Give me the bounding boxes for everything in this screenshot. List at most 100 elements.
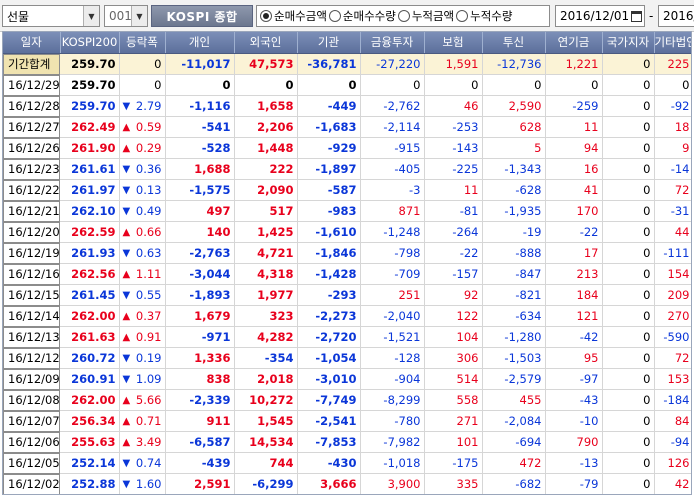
value-cell-gov: 0 — [602, 263, 655, 285]
change-value: 0.74 — [135, 456, 162, 470]
value-cell-fin: -128 — [360, 347, 425, 369]
value-cell-p: -439 — [165, 452, 235, 474]
value-cell-inv: -628 — [482, 179, 546, 201]
table-row[interactable]: 16/12/16 262.56 ▲ 1.11 -3,044 4,318 -1,428 -709… — [3, 263, 691, 285]
value-cell-gov: 0 — [602, 347, 655, 369]
market-select[interactable]: 선물 ▼ — [2, 5, 100, 27]
value-cell-inv: -2,579 — [482, 368, 546, 390]
change-cell: ▼ 0.63 — [119, 242, 166, 264]
table-row[interactable]: 16/12/08 262.00 ▲ 5.66 -2,339 10,272 -7,749 -8,… — [3, 389, 691, 411]
value-cell-i: -1,897 — [297, 158, 361, 180]
value-cell-inv: -1,503 — [482, 347, 546, 369]
value-cell-p: 1,336 — [165, 347, 235, 369]
value-cell-pen: -79 — [545, 473, 603, 494]
value-cell-ins: 1,591 — [424, 53, 483, 75]
table-row[interactable]: 16/12/26 261.90 ▲ 0.29 -528 1,448 -929 -915 -143… — [3, 137, 691, 159]
column-header[interactable]: 보험 — [424, 32, 483, 54]
radio-net-amount[interactable]: 순매수금액 — [260, 8, 327, 24]
radio-net-quantity[interactable]: 순매수수량 — [328, 8, 396, 24]
table-row[interactable]: 16/12/09 260.91 ▼ 1.09 838 2,018 -3,010 -904 514… — [3, 368, 691, 390]
value-cell-gov: 0 — [602, 137, 655, 159]
table-row[interactable]: 16/12/28 259.70 ▼ 2.79 -1,116 1,658 -449 -2,762… — [3, 95, 691, 117]
value-cell-fin: -2,114 — [360, 116, 425, 138]
table-row[interactable]: 16/12/12 260.72 ▼ 0.19 1,336 -354 -1,054 -128 30… — [3, 347, 691, 369]
value-cell-f: 222 — [234, 158, 298, 180]
date-cell: 16/12/27 — [3, 116, 60, 138]
value-cell-i: 0 — [297, 74, 361, 96]
value-cell-gov: 0 — [602, 326, 655, 348]
date-from-field[interactable]: 2016/12/01 — [555, 5, 645, 27]
value-cell-gov: 0 — [602, 74, 655, 96]
value-cell-i: -2,273 — [297, 305, 361, 327]
value-cell-pen: 790 — [545, 431, 603, 453]
column-header[interactable]: 외국인 — [234, 32, 298, 54]
table-row[interactable]: 16/12/19 261.93 ▼ 0.63 -2,763 4,721 -1,846 -798… — [3, 242, 691, 264]
value-cell-gov: 0 — [602, 284, 655, 306]
kospi200-cell: 262.10 — [60, 200, 120, 222]
table-row[interactable]: 16/12/21 262.10 ▼ 0.49 497 517 -983 871 -81 -1,93… — [3, 200, 691, 222]
value-cell-f: 4,318 — [234, 263, 298, 285]
value-cell-p: -1,893 — [165, 284, 235, 306]
value-cell-f: 744 — [234, 452, 298, 474]
kospi200-cell: 252.14 — [60, 452, 120, 474]
kospi-index-button[interactable]: KOSPI 종합 — [151, 5, 253, 27]
calendar-icon[interactable] — [628, 6, 644, 26]
table-header-row: 일자KOSPI200등락폭개인외국인기관금융투자보험투신연기금국가지자기타법인 — [3, 32, 691, 54]
toolbar: 선물 ▼ 001 ▼ KOSPI 종합 순매수금액 순매수수량 누적금액 누적수… — [0, 0, 694, 32]
table-row[interactable]: 16/12/02 252.88 ▼ 1.60 2,591 -6,299 3,666 3,900… — [3, 473, 691, 494]
table-row[interactable]: 16/12/01254.48▲0.221,099-81-1,103-609449… — [3, 495, 692, 496]
table-row[interactable]: 16/12/29 259.70 0 0 0 0 0 0 0 0 0 0 — [3, 74, 691, 96]
column-header[interactable]: 일자 — [3, 32, 61, 54]
code-select[interactable]: 001 ▼ — [104, 5, 148, 27]
radio-cum-amount[interactable]: 누적금액 — [397, 8, 454, 24]
column-header[interactable]: 등락폭 — [119, 32, 166, 54]
column-header[interactable]: 기타법인 — [654, 32, 691, 54]
table-row[interactable]: 16/12/23 261.61 ▼ 0.36 1,688 222 -1,897 -405 -22… — [3, 158, 691, 180]
change-value: 0 — [154, 78, 162, 92]
value-cell-gov: 0 — [602, 389, 655, 411]
value-cell-i: -430 — [297, 452, 361, 474]
date-from-value: 2016/12/01 — [560, 9, 628, 23]
table-row[interactable]: 16/12/06 255.63 ▲ 3.49 -6,587 14,534 -7,853 -7,… — [3, 431, 691, 453]
value-cell-inv: 0 — [482, 74, 546, 96]
table-row[interactable]: 16/12/27 262.49 ▲ 0.59 -541 2,206 -1,683 -2,114… — [3, 116, 691, 138]
value-cell-inv: -694 — [482, 431, 546, 453]
value-cell-p: -3,044 — [165, 263, 235, 285]
date-cell: 16/12/05 — [3, 452, 60, 474]
column-header[interactable]: 투신 — [482, 32, 546, 54]
chevron-down-icon[interactable]: ▼ — [83, 6, 99, 26]
change-cell: ▲ 0.71 — [119, 410, 166, 432]
triangle-up-icon: ▲ — [122, 331, 131, 343]
value-cell-gov: 0 — [602, 410, 655, 432]
chevron-down-icon[interactable]: ▼ — [131, 6, 147, 26]
table-row[interactable]: 16/12/13 261.63 ▲ 0.91 -971 4,282 -2,720 -1,521… — [3, 326, 691, 348]
column-header[interactable]: 국가지자 — [602, 32, 655, 54]
value-cell-etc: 270 — [654, 305, 691, 327]
value-cell-ins: 104 — [424, 326, 483, 348]
table-row[interactable]: 16/12/22 261.97 ▼ 0.13 -1,575 2,090 -587 -3 11 -6… — [3, 179, 691, 201]
change-cell: ▼ 1.60 — [119, 473, 166, 494]
column-header[interactable]: 연기금 — [545, 32, 603, 54]
radio-cum-quantity[interactable]: 누적수량 — [456, 8, 512, 24]
radio-empty-icon — [456, 10, 469, 22]
value-cell-f: -354 — [234, 347, 298, 369]
table-row[interactable]: 16/12/20 262.59 ▲ 0.66 140 1,425 -1,610 -1,248-… — [3, 221, 691, 243]
table-row[interactable]: 기간합계 259.70 0 -11,017 47,573 -36,781 -27,220 1,… — [3, 53, 691, 75]
column-header[interactable]: 개인 — [165, 32, 235, 54]
column-header[interactable]: 금융투자 — [360, 32, 425, 54]
table-row[interactable]: 16/12/07 256.34 ▲ 0.71 911 1,545 -2,541 -780 271… — [3, 410, 691, 432]
column-header[interactable]: KOSPI200 — [60, 32, 120, 54]
value-cell-etc: 0 — [654, 74, 691, 96]
value-cell-fin: -1,018 — [360, 452, 425, 474]
date-to-field[interactable]: 2016/ — [658, 5, 694, 27]
table-row[interactable]: 16/12/15 261.45 ▼ 0.55 -1,893 1,977 -293 251 92-… — [3, 284, 691, 306]
value-cell-ins: -253 — [424, 116, 483, 138]
value-cell-ins: -157 — [424, 263, 483, 285]
value-cell-i: -587 — [297, 179, 361, 201]
value-cell-gov: 0 — [602, 221, 655, 243]
table-row[interactable]: 16/12/14 262.00 ▲ 0.37 1,679 323 -2,273 -2,040 1… — [3, 305, 691, 327]
value-cell-fin: -1,521 — [360, 326, 425, 348]
table-row[interactable]: 16/12/05 252.14 ▼ 0.74 -439 744 -430 -1,018 -175… — [3, 452, 691, 474]
column-header[interactable]: 기관 — [297, 32, 361, 54]
change-value: 0.37 — [135, 309, 162, 323]
